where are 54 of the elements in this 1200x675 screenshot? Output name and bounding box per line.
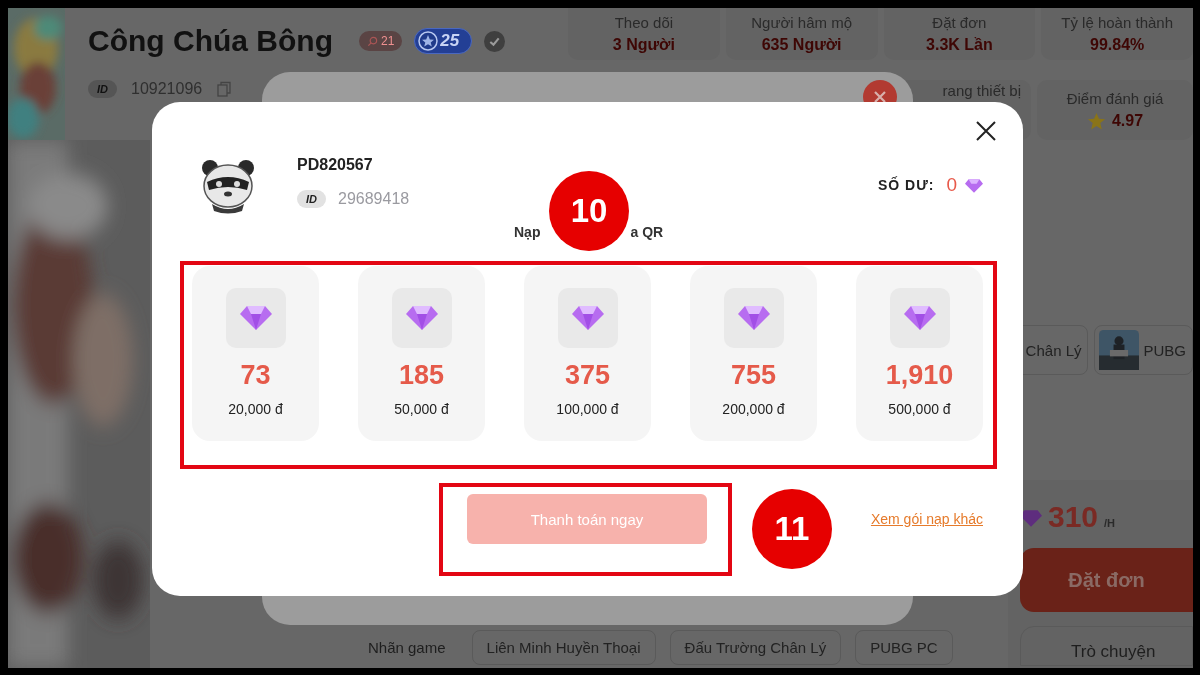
- streamer-id: 10921096: [131, 80, 203, 98]
- balance-label: SỐ DƯ:: [877, 177, 935, 193]
- tags-label: Nhãn game: [368, 638, 446, 656]
- stat-label: Điểm đánh giá: [1066, 89, 1164, 107]
- price-unit: /H: [1104, 517, 1116, 529]
- balance-value: 0: [946, 174, 957, 196]
- order-button[interactable]: Đặt đơn: [1020, 548, 1193, 612]
- diamond-icon: [1020, 509, 1042, 527]
- id-label: ID: [297, 190, 326, 208]
- package-price: 500,000 đ: [888, 401, 951, 417]
- stat-value: 99.84%: [1090, 36, 1145, 54]
- package-card[interactable]: 375 100,000 đ: [524, 266, 651, 441]
- package-price: 200,000 đ: [722, 401, 785, 417]
- package-price: 50,000 đ: [394, 401, 449, 417]
- rating-value: 4.97: [1111, 112, 1144, 130]
- stat-value: 3.3K Lần: [926, 36, 993, 54]
- diamond-amount: 375: [564, 360, 611, 391]
- stat-label: Đặt đơn: [932, 14, 987, 31]
- price-value: 310: [1048, 500, 1099, 534]
- more-packages-link[interactable]: Xem gói nạp khác: [870, 511, 983, 527]
- dialog-title: Nạp: [514, 224, 541, 240]
- stat-label: Tỷ lệ hoàn thành: [1061, 14, 1173, 31]
- close-icon[interactable]: [975, 120, 997, 142]
- streamer-name: Công Chúa Bông: [88, 24, 333, 58]
- package-card[interactable]: 185 50,000 đ: [358, 266, 485, 441]
- package-card[interactable]: 73 20,000 đ: [192, 266, 319, 441]
- star-icon: [1086, 111, 1106, 131]
- dialog-title: a QR: [630, 224, 664, 240]
- chat-button[interactable]: Trò chuyện: [1020, 626, 1193, 666]
- package-card[interactable]: 755 200,000 đ: [690, 266, 817, 441]
- diamond-amount: 755: [730, 360, 777, 391]
- package-price: 100,000 đ: [556, 401, 619, 417]
- game-name: Chân Lý: [1025, 341, 1082, 359]
- username: PD820567: [297, 156, 374, 174]
- package-price: 20,000 đ: [228, 401, 283, 417]
- like-badge: 21: [358, 31, 403, 51]
- diamond-amount: 185: [398, 360, 445, 391]
- game-chip[interactable]: PUBG: [1094, 325, 1193, 375]
- id-label: ID: [88, 80, 117, 98]
- stat-label: rang thiết bị: [942, 82, 1021, 99]
- game-tag[interactable]: PUBG PC: [855, 629, 953, 665]
- level-badge: 25: [414, 28, 473, 54]
- game-tag[interactable]: Đấu Trường Chân Lý: [669, 629, 842, 665]
- stat-value: 3 Người: [612, 36, 675, 54]
- stat-label: Theo dõi: [614, 14, 674, 31]
- package-card[interactable]: 1,910 500,000 đ: [856, 266, 983, 441]
- stat-value: 635 Người: [761, 36, 842, 54]
- diamond-icon: [965, 177, 983, 193]
- diamond-amount: 73: [240, 360, 271, 391]
- stat-label: Người hâm mộ: [751, 14, 852, 31]
- game-tag[interactable]: Liên Minh Huyền Thoại: [471, 629, 656, 665]
- user-id: 29689418: [338, 190, 410, 208]
- diamond-amount: 1,910: [885, 360, 954, 391]
- game-name: PUBG: [1143, 341, 1186, 359]
